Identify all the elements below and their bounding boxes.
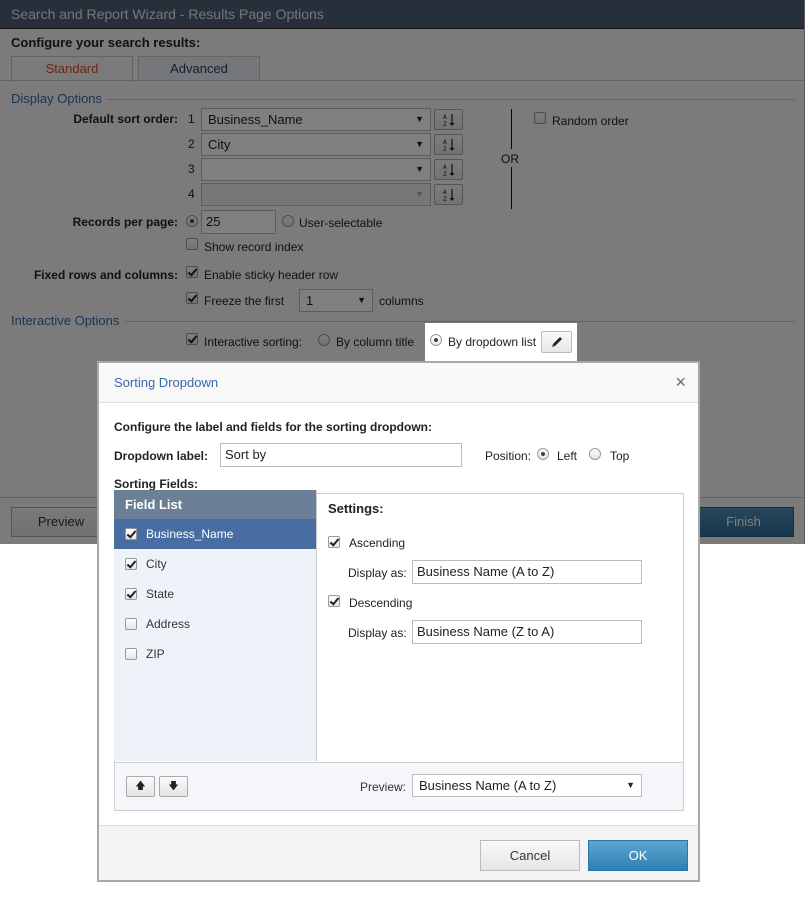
descending-display-input[interactable]: Business Name (Z to A) — [412, 620, 642, 644]
field-checkbox[interactable] — [125, 528, 137, 540]
position-left-label: Left — [557, 449, 578, 463]
preview-select-value: Business Name (A to Z) — [419, 778, 557, 793]
field-item-business-name[interactable]: Business_Name — [114, 519, 316, 549]
field-name: ZIP — [146, 647, 165, 661]
position-top-label: Top — [610, 449, 630, 463]
position-top-radio[interactable] — [589, 448, 601, 460]
sorting-dropdown-dialog: Sorting Dropdown × Configure the label a… — [97, 361, 700, 882]
dialog-header: Sorting Dropdown × — [99, 363, 698, 403]
ok-button[interactable]: OK — [588, 840, 688, 871]
descending-checkbox[interactable] — [328, 595, 340, 607]
preview-caption: Preview: — [360, 780, 407, 794]
field-checkbox[interactable] — [125, 648, 137, 660]
move-down-button[interactable]: 🡇 — [159, 776, 188, 797]
field-item-state[interactable]: State — [114, 579, 316, 609]
ascending-display-caption: Display as: — [348, 566, 407, 580]
settings-title: Settings: — [328, 501, 384, 516]
field-checkbox[interactable] — [125, 618, 137, 630]
cancel-button[interactable]: Cancel — [480, 840, 580, 871]
field-name: Address — [146, 617, 191, 631]
field-list: Field List Business_Name City State Addr… — [114, 490, 317, 761]
field-checkbox[interactable] — [125, 588, 137, 600]
position-left-radio[interactable] — [537, 448, 549, 460]
field-name: State — [146, 587, 175, 601]
descending-label: Descending — [349, 596, 413, 610]
dialog-title: Sorting Dropdown — [114, 375, 219, 390]
dialog-footer: Cancel OK — [99, 825, 698, 880]
dropdown-label-caption: Dropdown label: — [114, 449, 208, 463]
dialog-intro: Configure the label and fields for the s… — [114, 420, 432, 434]
arrow-up-icon: 🡅 — [135, 781, 146, 792]
field-checkbox[interactable] — [125, 558, 137, 570]
by-dropdown-list-radio[interactable] — [430, 334, 442, 346]
field-list-header: Field List — [114, 490, 316, 519]
fields-footer: 🡅 🡇 Preview: Business Name (A to Z) ▼ — [115, 762, 683, 810]
edit-dropdown-button[interactable] — [541, 331, 572, 353]
dialog-body: Configure the label and fields for the s… — [99, 404, 698, 825]
dropdown-label-input[interactable]: Sort by — [220, 443, 462, 467]
close-icon[interactable]: × — [675, 372, 686, 392]
field-name: Business_Name — [146, 527, 234, 541]
chevron-down-icon: ▼ — [626, 780, 635, 790]
arrow-down-icon: 🡇 — [168, 781, 179, 792]
pencil-icon — [551, 337, 562, 347]
position-caption: Position: — [485, 449, 532, 463]
sorting-fields-caption: Sorting Fields: — [114, 477, 198, 491]
field-item-city[interactable]: City — [114, 549, 316, 579]
move-up-button[interactable]: 🡅 — [126, 776, 155, 797]
descending-display-caption: Display as: — [348, 626, 407, 640]
settings-panel: Settings: Ascending Display as: Business… — [318, 494, 683, 761]
field-item-zip[interactable]: ZIP — [114, 639, 316, 669]
ascending-checkbox[interactable] — [328, 536, 340, 548]
ascending-display-input[interactable]: Business Name (A to Z) — [412, 560, 642, 584]
by-dropdown-list-label: By dropdown list — [448, 335, 537, 349]
ascending-label: Ascending — [349, 536, 406, 550]
preview-select[interactable]: Business Name (A to Z) ▼ — [412, 774, 642, 797]
sorting-fields-panel: Field List Business_Name City State Addr… — [114, 490, 684, 811]
field-item-address[interactable]: Address — [114, 609, 316, 639]
field-name: City — [146, 557, 167, 571]
